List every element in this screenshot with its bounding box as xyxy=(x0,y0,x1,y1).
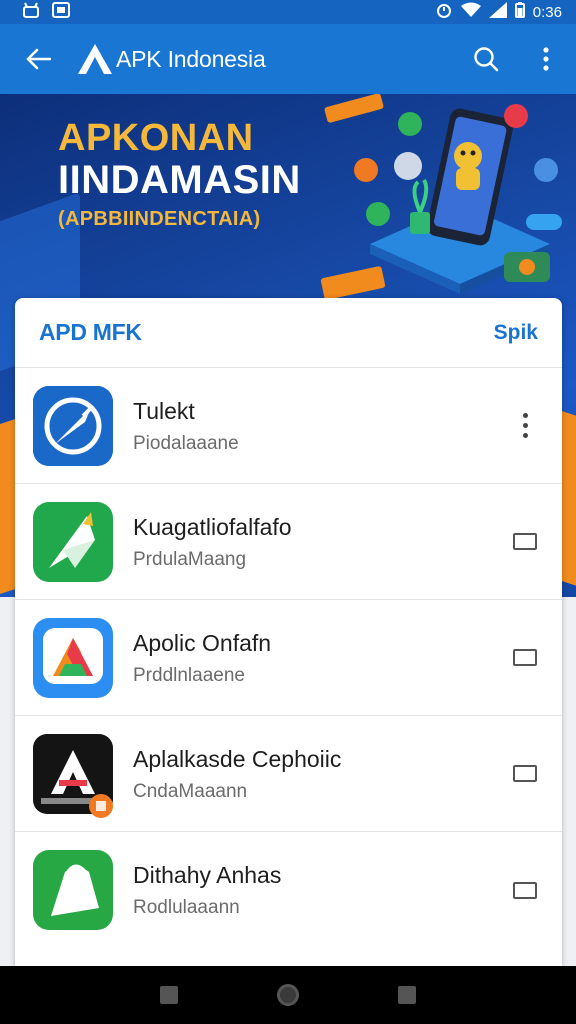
more-vert-icon xyxy=(522,411,528,441)
hero-headline-secondary: IINDAMASIN xyxy=(58,158,301,202)
arrow-left-icon xyxy=(26,48,51,70)
battery-icon xyxy=(514,2,525,22)
hero-tagline: (APBBIINDENCTAIA) xyxy=(58,208,261,230)
back-button[interactable] xyxy=(0,24,76,94)
tag-decoration xyxy=(320,266,386,300)
app-name: Dithahy Anhas xyxy=(133,862,282,888)
checkbox-icon xyxy=(513,765,537,782)
item-checkbox[interactable] xyxy=(510,527,540,557)
app-logo: APK Indonesia xyxy=(76,42,266,76)
item-menu-button[interactable] xyxy=(510,411,540,441)
compass-app-icon xyxy=(33,385,113,466)
wifi-icon xyxy=(460,2,481,22)
checkbox-icon xyxy=(513,649,537,666)
home-icon xyxy=(276,984,299,1006)
card-title: APD MFK xyxy=(39,319,142,345)
item-checkbox[interactable] xyxy=(510,759,540,789)
app-list: Tulekt Piodalaaane Kuagatliofalfafo Prdu… xyxy=(15,368,562,948)
app-name: Kuagatliofalfafo xyxy=(133,513,292,540)
overflow-menu-button[interactable] xyxy=(516,24,576,94)
list-item[interactable]: Dithahy Anhas Rodlulaaann xyxy=(15,832,562,948)
list-item[interactable]: Apolic Onfafn Prddlnlaaene xyxy=(15,600,562,716)
green-arrow-app-icon xyxy=(33,501,113,582)
status-bar: 0:36 xyxy=(0,0,576,24)
hero-headline: APKONAN xyxy=(58,117,254,159)
recent-apps-icon xyxy=(160,986,179,1004)
black-a-app-icon xyxy=(33,733,113,818)
list-item[interactable]: Aplalkasde Cephoiic CndaMaaann xyxy=(15,716,562,832)
search-icon xyxy=(474,47,499,72)
signal-icon xyxy=(488,2,507,22)
list-item[interactable]: Tulekt Piodalaaane xyxy=(15,368,562,484)
tag-decoration xyxy=(504,252,550,282)
checkbox-icon xyxy=(513,881,537,899)
card-action-link[interactable]: Spik xyxy=(494,321,538,345)
status-time: 0:36 xyxy=(532,3,562,21)
system-nav-bar xyxy=(0,966,576,1024)
checkbox-icon xyxy=(513,533,537,550)
android-icon xyxy=(22,2,40,22)
app-title: APK Indonesia xyxy=(116,45,266,72)
home-button[interactable] xyxy=(276,983,300,1007)
app-subtitle: Piodalaaane xyxy=(133,432,239,454)
app-subtitle: Rodlulaaann xyxy=(133,897,240,918)
more-vert-icon xyxy=(543,47,549,71)
app-bar: APK Indonesia xyxy=(0,24,576,94)
app-name: Aplalkasde Cephoiic xyxy=(133,745,342,772)
nav-back-button[interactable] xyxy=(395,983,419,1007)
app-subtitle: CndaMaaann xyxy=(133,780,248,802)
colorful-a-app-icon xyxy=(33,617,113,698)
app-name: Tulekt xyxy=(133,397,195,424)
item-checkbox[interactable] xyxy=(510,875,540,905)
alarm-icon xyxy=(435,1,453,23)
green-bag-app-icon xyxy=(33,850,113,930)
app-name: Apolic Onfafn xyxy=(133,629,272,656)
app-subtitle: Prddlnlaaene xyxy=(133,664,245,686)
card-header: APD MFK Spik xyxy=(15,298,562,368)
app-subtitle: PrdulaMaang xyxy=(133,548,247,570)
app-list-card: APD MFK Spik Tulekt Piodalaaane Kuagatli… xyxy=(15,298,562,966)
back-square-icon xyxy=(397,986,416,1004)
search-button[interactable] xyxy=(456,24,516,94)
item-checkbox[interactable] xyxy=(510,643,540,673)
logo-icon xyxy=(78,44,112,74)
list-item[interactable]: Kuagatliofalfafo PrdulaMaang xyxy=(15,484,562,600)
image-icon xyxy=(52,2,70,22)
recent-apps-button[interactable] xyxy=(157,983,181,1007)
